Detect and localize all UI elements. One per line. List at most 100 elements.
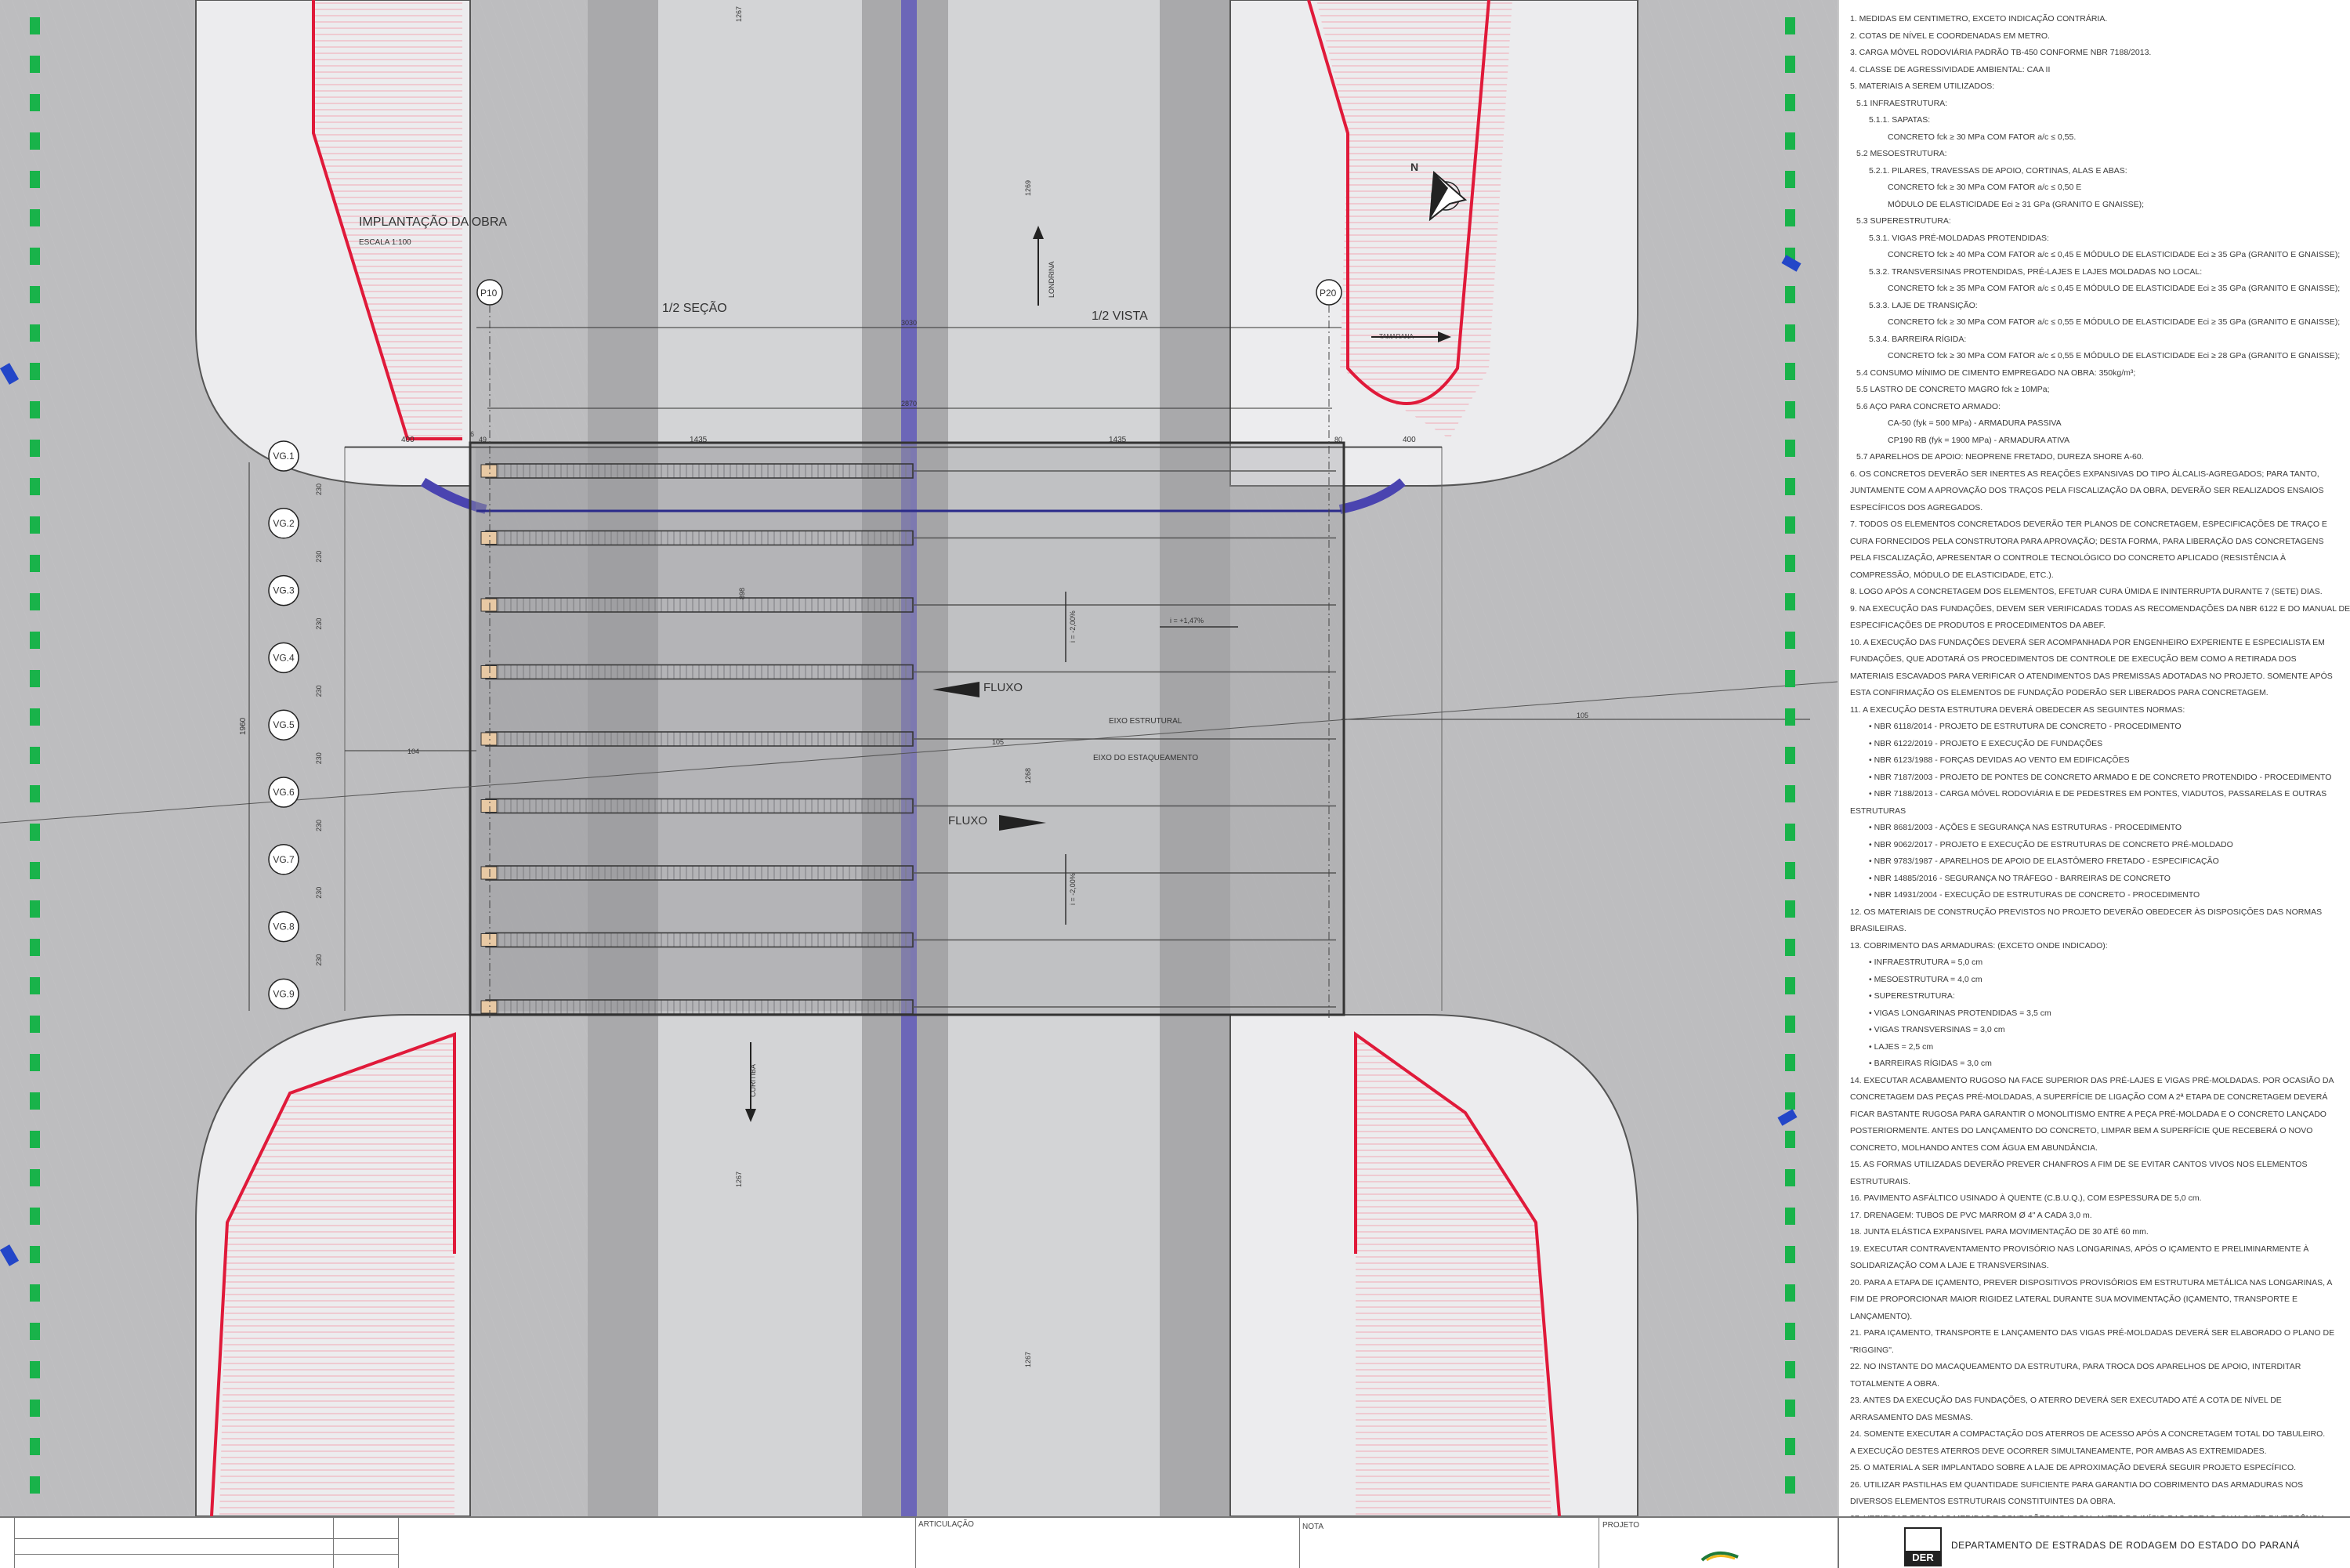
dim-small-c: 80 <box>1334 436 1342 444</box>
margin-marker <box>30 132 40 150</box>
note-line: 1. MEDIDAS EM CENTIMETRO, EXCETO INDICAÇ… <box>1850 14 2108 24</box>
tb-divider-3 <box>14 1554 398 1555</box>
slope-label-a: i = -2,00% <box>1069 610 1077 643</box>
margin-marker <box>30 1400 40 1417</box>
note-line: 21. PARA IÇAMENTO, TRANSPORTE E LANÇAMEN… <box>1850 1328 2335 1338</box>
note-line: ESPECÍFICOS DOS AGREGADOS. <box>1850 502 1983 512</box>
flow-label-upper: FLUXO <box>983 681 1023 694</box>
flow-label-lower: FLUXO <box>948 814 987 827</box>
note-line: 5.3 SUPERESTRUTURA: <box>1856 216 1951 226</box>
tb-divider-7 <box>1299 1518 1300 1568</box>
note-line: ESPECIFICAÇÕES DE PRODUTOS E PROCEDIMENT… <box>1850 621 2106 630</box>
margin-marker <box>1785 708 1795 726</box>
note-line: 3. CARGA MÓVEL RODOVIÁRIA PADRÃO TB-450 … <box>1850 48 2152 57</box>
margin-marker <box>1785 209 1795 226</box>
margin-marker <box>30 17 40 34</box>
half-view-label: 1/2 VISTA <box>1092 310 1148 323</box>
note-line: • SUPERESTRUTURA: <box>1869 991 1955 1001</box>
tb-divider-4 <box>333 1518 334 1568</box>
note-line: 5.1 INFRAESTRUTURA: <box>1856 98 1948 108</box>
margin-marker <box>1785 1131 1795 1148</box>
margin-marker <box>30 862 40 879</box>
margin-marker <box>30 939 40 956</box>
beam-spacing-label: 230 <box>315 483 323 495</box>
beam-spacing-label: 230 <box>315 954 323 966</box>
note-line: 11. A EXECUÇÃO DESTA ESTRUTURA DEVERÁ OB… <box>1850 704 2185 715</box>
bearing-pad <box>480 866 498 880</box>
margin-marker <box>1785 324 1795 342</box>
margin-marker <box>1785 862 1795 879</box>
note-line: ESTRUTURAIS. <box>1850 1176 1911 1186</box>
note-line: A EXECUÇÃO DESTES ATERROS DEVE OCORRER S… <box>1850 1446 2267 1456</box>
note-line: 5.4 CONSUMO MÍNIMO DE CIMENTO EMPREGADO … <box>1856 368 2136 378</box>
margin-marker <box>30 900 40 918</box>
dim-2870: 2870 <box>901 400 917 407</box>
direction-curitiba: CURITIBA <box>749 1064 757 1097</box>
girder-beam <box>485 798 914 814</box>
margin-marker <box>30 1438 40 1455</box>
margin-marker <box>30 632 40 649</box>
note-line: • INFRAESTRUTURA = 5,0 cm <box>1869 958 1983 967</box>
note-line: 5.3.1. VIGAS PRÉ-MOLDADAS PROTENDIDAS: <box>1869 233 2049 243</box>
margin-marker <box>1785 1323 1795 1340</box>
der-logo: DER <box>1904 1527 1942 1566</box>
note-line: SOLIDARIZAÇÃO COM A LAJE E TRANSVERSINAS… <box>1850 1261 2049 1270</box>
slope-label-c: i = -2,00% <box>1069 873 1077 905</box>
margin-marker <box>30 56 40 73</box>
margin-marker <box>1785 1438 1795 1455</box>
margin-marker <box>1785 1246 1795 1263</box>
margin-marker <box>30 1361 40 1378</box>
note-line: CONCRETO fck ≥ 30 MPa COM FATOR a/c ≤ 0,… <box>1888 132 2077 142</box>
drawing-title: IMPLANTAÇÃO DA OBRA <box>359 213 507 229</box>
tb-divider-1 <box>14 1518 15 1568</box>
beam-label-text: VG.1 <box>273 451 295 462</box>
dim-side-right: 105 <box>1577 712 1588 719</box>
margin-marker <box>1785 555 1795 572</box>
note-line: MATERIAIS ESCAVADOS PARA VERIFICAR O ATE… <box>1850 671 2333 681</box>
tb-nota: NOTA <box>1302 1523 1324 1531</box>
beam-label-text: VG.7 <box>273 854 295 865</box>
margin-marker <box>1785 401 1795 418</box>
margin-marker <box>1785 670 1795 687</box>
margin-marker <box>1785 1169 1795 1186</box>
note-line: • NBR 7188/2013 - CARGA MÓVEL RODOVIÁRIA… <box>1869 789 2327 798</box>
margin-marker <box>30 824 40 841</box>
margin-marker <box>1785 593 1795 610</box>
note-line: • NBR 9783/1987 - APARELHOS DE APOIO DE … <box>1869 856 2219 866</box>
note-line: PELA FISCALIZAÇÃO, APRESENTAR O CONTROLE… <box>1850 553 2287 563</box>
note-line: POSTERIORMENTE. ANTES DO LANÇAMENTO DO C… <box>1850 1126 2313 1135</box>
margin-marker <box>1785 824 1795 841</box>
bearing-pad <box>480 799 498 813</box>
note-line: TOTALMENTE A OBRA. <box>1850 1378 1939 1389</box>
note-line: CONCRETO fck ≥ 30 MPa COM FATOR a/c ≤ 0,… <box>1888 183 2082 192</box>
margin-marker <box>1785 1476 1795 1494</box>
tb-divider-9 <box>1838 1518 1839 1568</box>
note-line: LANÇAMENTO). <box>1850 1311 1913 1321</box>
margin-marker <box>30 363 40 380</box>
note-line: 2. COTAS DE NÍVEL E COORDENADAS EM METRO… <box>1850 31 2050 41</box>
note-line: • NBR 6118/2014 - PROJETO DE ESTRUTURA D… <box>1869 722 2182 731</box>
margin-marker <box>1785 632 1795 649</box>
margin-marker <box>1785 785 1795 802</box>
girder-beam <box>485 999 914 1015</box>
title-block: ARTICULAÇÃO NOTA PROJETO DER DEPARTAMENT… <box>0 1516 2350 1568</box>
dim-road-bottom: 1267 <box>735 1171 743 1187</box>
note-line: ESTRUTURAS <box>1850 806 1906 816</box>
bearing-pad <box>480 464 498 478</box>
margin-marker <box>30 516 40 534</box>
note-line: 13. COBRIMENTO DAS ARMADURAS: (EXCETO ON… <box>1850 940 2108 951</box>
margin-marker <box>1785 132 1795 150</box>
note-line: • VIGAS LONGARINAS PROTENDIDAS = 3,5 cm <box>1869 1008 2051 1018</box>
dim-deck-width: 898 <box>738 588 746 599</box>
dim-road-mid-top: 1269 <box>1024 180 1032 196</box>
note-line: • LAJES = 2,5 cm <box>1869 1041 1934 1052</box>
margin-marker <box>30 1246 40 1263</box>
dim-end-right: 400 <box>1403 436 1416 444</box>
dim-half-right: 1435 <box>1109 436 1127 444</box>
note-line: 25. O MATERIAL A SER IMPLANTADO SOBRE A … <box>1850 1463 2297 1472</box>
axis-structural-label: EIXO ESTRUTURAL <box>1109 717 1182 726</box>
dim-3030: 3030 <box>901 319 917 327</box>
margin-marker <box>1785 440 1795 457</box>
note-line: • NBR 14885/2016 - SEGURANÇA NO TRÁFEGO … <box>1869 873 2171 883</box>
margin-marker <box>30 1208 40 1225</box>
